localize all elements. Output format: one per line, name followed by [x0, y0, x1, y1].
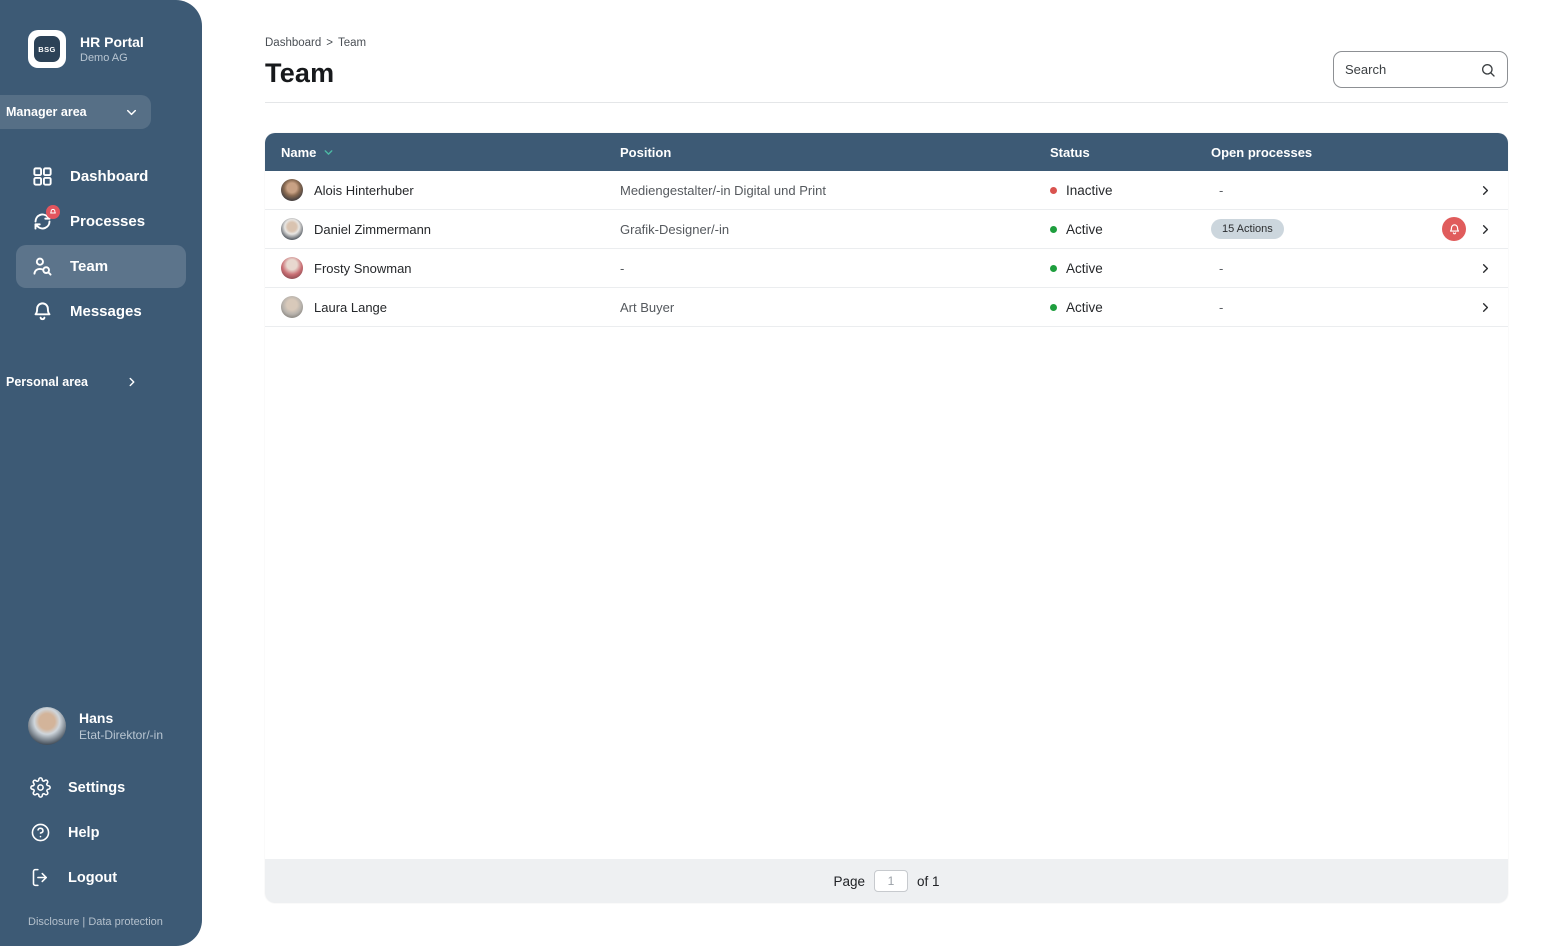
status-dot [1050, 304, 1057, 311]
employee-status: Inactive [1050, 183, 1211, 198]
search-box [1333, 51, 1508, 88]
table-header-row: Name Position Status Open processes [265, 133, 1508, 171]
page-number-input[interactable] [874, 870, 908, 892]
sidebar-spacer [0, 389, 202, 707]
sidebar-item-settings[interactable]: Settings [0, 765, 202, 810]
current-user[interactable]: Hans Etat-Direktor/-in [0, 707, 202, 751]
bell-icon [31, 300, 54, 323]
gear-icon [30, 777, 51, 798]
personal-area-link[interactable]: Personal area [0, 375, 151, 389]
employee-name: Laura Lange [314, 300, 387, 315]
logout-icon [30, 867, 51, 888]
chevron-down-icon [124, 105, 139, 120]
sidebar-item-label: Team [70, 258, 108, 275]
sidebar-item-label: Processes [70, 213, 145, 230]
app-subtitle: Demo AG [80, 52, 144, 64]
breadcrumb: Dashboard > Team [265, 37, 1508, 49]
employee-position: Mediengestalter/-in Digital und Print [620, 183, 1050, 198]
header-divider [265, 102, 1508, 103]
pagination-label: Page [833, 874, 865, 889]
open-processes-value: - [1211, 183, 1424, 198]
column-header-name[interactable]: Name [281, 145, 620, 160]
chevron-right-icon [125, 375, 139, 389]
employee-status: Active [1050, 300, 1211, 315]
column-header-status[interactable]: Status [1050, 145, 1211, 160]
table-empty-area [265, 327, 1508, 859]
employee-name: Daniel Zimmermann [314, 222, 431, 237]
table-row[interactable]: Frosty Snowman - Active - [265, 249, 1508, 288]
employee-status: Active [1050, 261, 1211, 276]
employee-status: Active [1050, 222, 1211, 237]
employee-position: Grafik-Designer/-in [620, 222, 1050, 237]
manager-area-switch[interactable]: Manager area [0, 95, 151, 129]
page-title: Team [265, 58, 1508, 89]
sidebar-item-logout[interactable]: Logout [0, 855, 202, 900]
processes-alert-badge [46, 205, 60, 219]
pagination-bar: Page of 1 [265, 859, 1508, 903]
table-row[interactable]: Alois Hinterhuber Mediengestalter/-in Di… [265, 171, 1508, 210]
user-name: Hans [79, 710, 163, 726]
sidebar-item-processes[interactable]: Processes [16, 200, 186, 243]
open-processes-value: - [1211, 261, 1424, 276]
dashboard-grid-icon [31, 165, 54, 188]
open-processes-value: 15 Actions [1211, 219, 1424, 239]
status-dot [1050, 226, 1057, 233]
sidebar-item-label: Logout [68, 870, 117, 886]
employee-avatar [281, 179, 303, 201]
sidebar-item-dashboard[interactable]: Dashboard [16, 155, 186, 198]
legal-links[interactable]: Disclosure | Data protection [0, 900, 202, 946]
alert-bell-button[interactable] [1442, 217, 1466, 241]
actions-count-badge[interactable]: 15 Actions [1211, 219, 1284, 239]
employee-position: Art Buyer [620, 300, 1050, 315]
app-logo: BSG [28, 30, 66, 68]
sort-chevron-down-icon[interactable] [322, 146, 335, 159]
sidebar-item-help[interactable]: Help [0, 810, 202, 855]
column-header-open-processes[interactable]: Open processes [1211, 145, 1424, 160]
employee-avatar [281, 257, 303, 279]
row-chevron-right-icon[interactable] [1478, 300, 1493, 315]
user-role: Etat-Direktor/-in [79, 728, 163, 742]
sidebar: BSG HR Portal Demo AG Manager area Dashb… [0, 0, 202, 946]
status-dot [1050, 187, 1057, 194]
table-row[interactable]: Daniel Zimmermann Grafik-Designer/-in Ac… [265, 210, 1508, 249]
team-search-icon [31, 255, 54, 278]
sidebar-item-label: Messages [70, 303, 142, 320]
sidebar-footer-nav: Settings Help Logout [0, 765, 202, 900]
processes-sync-icon [31, 210, 54, 233]
app-title: HR Portal [80, 34, 144, 51]
personal-area-label: Personal area [6, 375, 88, 389]
team-table-card: Name Position Status Open processes Aloi… [265, 133, 1508, 903]
breadcrumb-team[interactable]: Team [338, 37, 366, 49]
sidebar-item-team[interactable]: Team [16, 245, 186, 288]
search-input[interactable] [1345, 62, 1472, 77]
user-avatar [28, 707, 66, 745]
column-header-position[interactable]: Position [620, 145, 1050, 160]
app-logo-row: BSG HR Portal Demo AG [0, 0, 202, 68]
breadcrumb-separator: > [326, 37, 333, 49]
search-icon[interactable] [1480, 62, 1496, 78]
employee-name: Alois Hinterhuber [314, 183, 414, 198]
sidebar-item-messages[interactable]: Messages [16, 290, 186, 333]
row-chevron-right-icon[interactable] [1478, 261, 1493, 276]
employee-name: Frosty Snowman [314, 261, 412, 276]
pagination-total: of 1 [917, 874, 940, 889]
sidebar-nav: Dashboard Processes Team Messages [0, 153, 202, 335]
table-row[interactable]: Laura Lange Art Buyer Active - [265, 288, 1508, 327]
employee-position: - [620, 261, 1050, 276]
main-content: Dashboard > Team Team Name Position Stat… [202, 0, 1564, 946]
row-chevron-right-icon[interactable] [1478, 183, 1493, 198]
status-dot [1050, 265, 1057, 272]
app-logo-monogram: BSG [34, 36, 60, 62]
row-chevron-right-icon[interactable] [1478, 222, 1493, 237]
sidebar-item-label: Dashboard [70, 168, 148, 185]
page-header: Dashboard > Team Team [265, 0, 1508, 89]
employee-avatar [281, 296, 303, 318]
sidebar-item-label: Settings [68, 780, 125, 796]
breadcrumb-dashboard[interactable]: Dashboard [265, 37, 321, 49]
open-processes-value: - [1211, 300, 1424, 315]
sidebar-item-label: Help [68, 825, 99, 841]
manager-area-label: Manager area [6, 105, 87, 119]
employee-avatar [281, 218, 303, 240]
help-icon [30, 822, 51, 843]
